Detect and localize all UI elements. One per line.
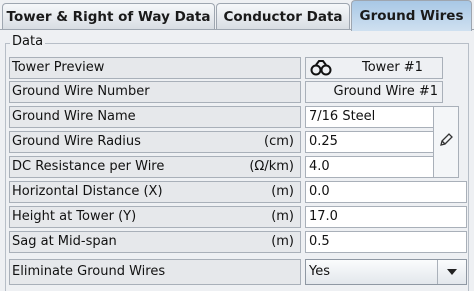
row-sag-mid-span: Sag at Mid-span (m) 0.5 xyxy=(9,231,467,253)
label-text: Ground Wire Number xyxy=(12,84,150,99)
binoculars-icon[interactable] xyxy=(310,60,332,83)
pencil-icon xyxy=(438,132,454,152)
select-value: Yes xyxy=(309,264,330,279)
label-horizontal-distance: Horizontal Distance (X) (m) xyxy=(9,181,301,203)
label-height-at-tower: Height at Tower (Y) (m) xyxy=(9,206,301,228)
label-text: DC Resistance per Wire xyxy=(12,159,165,174)
label-text: Ground Wire Name xyxy=(12,109,136,124)
tab-ground-wires[interactable]: Ground Wires xyxy=(351,0,472,31)
label-ground-wire-radius: Ground Wire Radius (cm) xyxy=(9,131,301,153)
group-title: Data xyxy=(10,34,46,49)
row-eliminate-ground-wires: Eliminate Ground Wires Yes xyxy=(9,259,467,285)
ground-wire-radius-input[interactable]: 0.25 xyxy=(305,131,437,153)
tab-tower-right-of-way[interactable]: Tower & Right of Way Data xyxy=(2,3,215,29)
unit-label: (Ω/km) xyxy=(249,159,294,174)
label-ground-wire-number: Ground Wire Number xyxy=(9,81,301,103)
label-text: Horizontal Distance (X) xyxy=(12,184,163,199)
row-ground-wire-name: Ground Wire Name 7/16 Steel xyxy=(9,106,467,128)
label-tower-preview: Tower Preview xyxy=(9,57,301,79)
label-text: Height at Tower (Y) xyxy=(12,209,137,224)
horizontal-distance-input[interactable]: 0.0 xyxy=(305,181,467,203)
label-sag-mid-span: Sag at Mid-span (m) xyxy=(9,231,301,253)
unit-label: (m) xyxy=(271,234,294,249)
label-text: Eliminate Ground Wires xyxy=(12,264,166,279)
row-dc-resistance: DC Resistance per Wire (Ω/km) 4.0 xyxy=(9,156,467,178)
row-tower-preview: Tower Preview Tower #1 xyxy=(9,57,467,79)
ground-wire-name-input[interactable]: 7/16 Steel xyxy=(305,106,437,128)
tower-preview-field[interactable]: Tower #1 xyxy=(305,57,443,79)
edit-button[interactable] xyxy=(433,106,459,178)
unit-label: (m) xyxy=(271,209,294,224)
unit-label: (m) xyxy=(271,184,294,199)
row-ground-wire-radius: Ground Wire Radius (cm) 0.25 xyxy=(9,131,467,153)
tower-preview-value: Tower #1 xyxy=(362,60,423,75)
label-text: Tower Preview xyxy=(12,60,105,75)
dc-resistance-input[interactable]: 4.0 xyxy=(305,156,437,178)
ground-wire-number-value: Ground Wire #1 xyxy=(333,84,438,99)
row-ground-wire-number: Ground Wire Number Ground Wire #1 xyxy=(9,81,467,103)
height-at-tower-input[interactable]: 17.0 xyxy=(305,206,467,228)
unit-label: (cm) xyxy=(264,134,294,149)
tab-conductor-data[interactable]: Conductor Data xyxy=(216,3,350,29)
label-ground-wire-name: Ground Wire Name xyxy=(9,106,301,128)
sag-mid-span-input[interactable]: 0.5 xyxy=(305,231,467,253)
ground-wire-number-field: Ground Wire #1 xyxy=(305,81,443,103)
row-height-at-tower: Height at Tower (Y) (m) 17.0 xyxy=(9,206,467,228)
label-eliminate-ground-wires: Eliminate Ground Wires xyxy=(9,259,301,285)
row-horizontal-distance: Horizontal Distance (X) (m) 0.0 xyxy=(9,181,467,203)
eliminate-ground-wires-select[interactable]: Yes xyxy=(305,259,467,285)
label-dc-resistance: DC Resistance per Wire (Ω/km) xyxy=(9,156,301,178)
label-text: Sag at Mid-span xyxy=(12,234,117,249)
tab-bar: Tower & Right of Way Data Conductor Data… xyxy=(0,0,474,31)
chevron-down-icon[interactable] xyxy=(437,260,466,284)
label-text: Ground Wire Radius xyxy=(12,134,141,149)
